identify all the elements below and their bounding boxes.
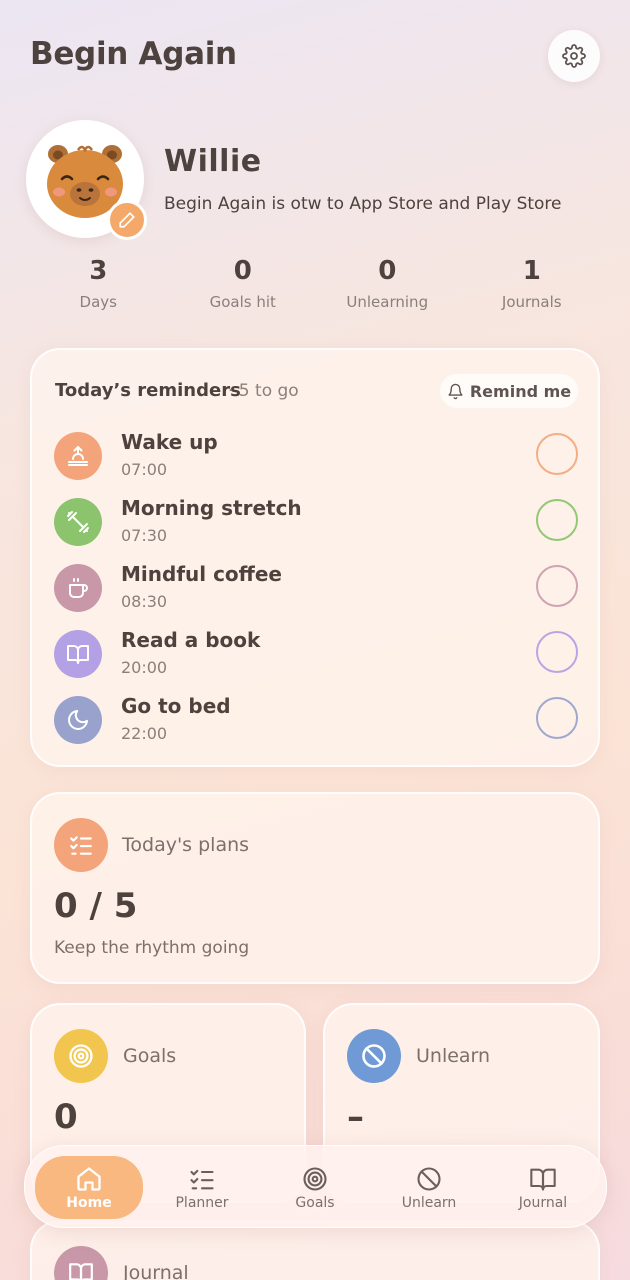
reminder-item[interactable]: Mindful coffee 08:30 xyxy=(54,562,580,612)
reminder-name: Wake up xyxy=(121,430,218,454)
goals-title: Goals xyxy=(123,1045,177,1067)
reminder-checkbox[interactable] xyxy=(536,631,578,673)
plans-card[interactable]: Today's plans 0 / 5 Keep the rhythm goin… xyxy=(30,792,600,984)
book-icon xyxy=(54,630,102,678)
reminder-name: Morning stretch xyxy=(121,496,302,520)
nav-label: Home xyxy=(66,1194,112,1211)
reminder-name: Mindful coffee xyxy=(121,562,282,586)
unlearn-title: Unlearn xyxy=(416,1045,491,1067)
nav-home[interactable]: Home xyxy=(35,1156,143,1219)
stat-label: Goals hit xyxy=(209,293,276,311)
target-icon xyxy=(303,1166,327,1191)
stats-row: 3 Days 0 Goals hit 0 Unlearning 1 Journa… xyxy=(26,255,604,311)
reminders-count: · 5 to go xyxy=(228,381,299,401)
settings-button[interactable] xyxy=(548,30,600,82)
checklist-icon xyxy=(54,818,108,872)
ban-icon xyxy=(347,1029,401,1083)
reminder-checkbox[interactable] xyxy=(536,697,578,739)
reminder-name: Go to bed xyxy=(121,694,231,718)
nav-label: Goals xyxy=(295,1194,335,1211)
reminder-time: 22:00 xyxy=(121,724,168,743)
reminder-item[interactable]: Wake up 07:00 xyxy=(54,430,580,480)
reminder-checkbox[interactable] xyxy=(536,433,578,475)
remind-me-button[interactable]: Remind me xyxy=(440,374,578,408)
stat-unlearning: 0 Unlearning xyxy=(315,255,460,311)
moon-icon xyxy=(54,696,102,744)
unlearn-value: – xyxy=(347,1097,364,1137)
stat-days: 3 Days xyxy=(26,255,171,311)
reminder-checkbox[interactable] xyxy=(536,499,578,541)
gear-icon xyxy=(562,44,586,68)
plans-subtitle: Keep the rhythm going xyxy=(54,938,250,958)
stat-label: Unlearning xyxy=(346,293,429,311)
stat-value: 0 xyxy=(378,256,397,286)
user-name: Willie xyxy=(164,144,262,179)
plans-title: Today's plans xyxy=(122,834,250,856)
edit-avatar-button[interactable] xyxy=(107,200,147,240)
stat-value: 0 xyxy=(233,256,252,286)
nav-journal[interactable]: Journal xyxy=(489,1156,597,1219)
journal-title: Journal xyxy=(123,1262,189,1280)
stat-value: 3 xyxy=(89,256,108,286)
ban-icon xyxy=(417,1166,441,1191)
nav-label: Unlearn xyxy=(401,1194,457,1211)
coffee-icon xyxy=(54,564,102,612)
goals-value: 0 xyxy=(54,1097,78,1137)
app-title: Begin Again xyxy=(30,36,237,72)
reminder-checkbox[interactable] xyxy=(536,565,578,607)
checklist-icon xyxy=(190,1169,214,1189)
stat-label: Journals xyxy=(501,293,562,311)
bell-icon xyxy=(448,383,463,399)
dumbbell-icon xyxy=(54,498,102,546)
nav-goals[interactable]: Goals xyxy=(261,1156,369,1219)
reminder-time: 07:00 xyxy=(121,460,168,479)
reminder-time: 07:30 xyxy=(121,526,168,545)
pencil-icon xyxy=(119,212,135,228)
reminder-item[interactable]: Read a book 20:00 xyxy=(54,628,580,678)
book-icon xyxy=(530,1168,556,1191)
bottom-nav: Home Planner Goals Unlearn Journal xyxy=(24,1145,607,1228)
target-icon xyxy=(54,1029,108,1083)
remind-me-label: Remind me xyxy=(469,381,572,401)
sunrise-icon xyxy=(54,432,102,480)
plans-value: 0 / 5 xyxy=(54,886,138,926)
stat-label: Days xyxy=(79,293,117,311)
nav-label: Journal xyxy=(518,1194,568,1211)
journal-card[interactable]: Journal xyxy=(30,1220,600,1280)
stat-journals: 1 Journals xyxy=(460,255,605,311)
home-icon xyxy=(77,1166,101,1191)
nav-planner[interactable]: Planner xyxy=(148,1156,256,1219)
reminder-time: 20:00 xyxy=(121,658,168,677)
nav-label: Planner xyxy=(175,1194,229,1211)
user-status: Begin Again is otw to App Store and Play… xyxy=(164,194,562,214)
reminders-card: Today’s reminders · 5 to go Remind me Wa… xyxy=(30,348,600,767)
stat-value: 1 xyxy=(522,256,541,286)
reminder-item[interactable]: Morning stretch 07:30 xyxy=(54,496,580,546)
reminder-time: 08:30 xyxy=(121,592,168,611)
stat-goals-hit: 0 Goals hit xyxy=(171,255,316,311)
reminders-title: Today’s reminders xyxy=(55,380,241,401)
nav-unlearn[interactable]: Unlearn xyxy=(375,1156,483,1219)
reminder-item[interactable]: Go to bed 22:00 xyxy=(54,694,580,744)
book-icon xyxy=(54,1246,108,1280)
reminder-name: Read a book xyxy=(121,628,261,652)
